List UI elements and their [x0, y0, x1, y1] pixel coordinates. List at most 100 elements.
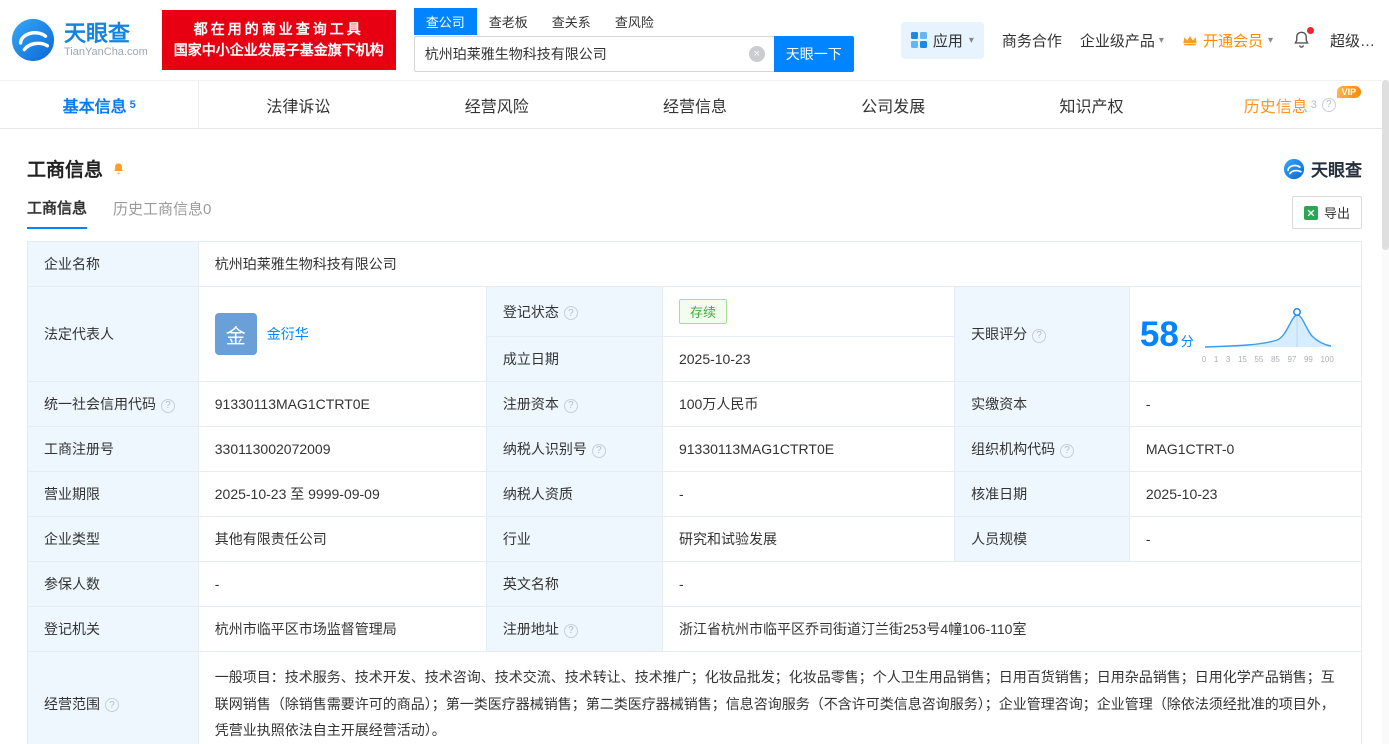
- tab-label: 基本信息: [62, 98, 127, 116]
- business-scope-value: 一般项目：技术服务、技术开发、技术咨询、技术交流、技术转让、技术推广；化妆品批发…: [197, 651, 1363, 744]
- help-icon[interactable]: ?: [563, 623, 578, 638]
- search-button[interactable]: 天眼一下: [773, 36, 854, 72]
- search-box: ×: [413, 36, 774, 72]
- tab-history-info[interactable]: VIP 历史信息 3 ?: [1191, 81, 1389, 128]
- tab-count: 3: [1310, 98, 1317, 111]
- legal-rep-label: 法定代表人: [27, 286, 199, 382]
- section-title: 工商信息: [27, 160, 104, 181]
- taxpayer-id-label: 纳税人识别号?: [485, 426, 663, 472]
- help-icon[interactable]: ?: [1321, 97, 1336, 112]
- reg-number-label: 工商注册号: [27, 426, 199, 472]
- apps-button[interactable]: 应用 ▾: [900, 21, 984, 59]
- menu-enterprise[interactable]: 企业级产品 ▾: [1080, 30, 1164, 51]
- table-row: 经营范围? 一般项目：技术服务、技术开发、技术咨询、技术交流、技术转让、技术推广…: [27, 651, 1363, 744]
- paid-capital-value: -: [1128, 381, 1363, 427]
- subscribe-bell-icon[interactable]: [111, 161, 126, 177]
- score-axis-ticks: 0 1 3 15 55 85 97 99 100: [1201, 354, 1334, 364]
- taxpayer-id-value: 91330113MAG1CTRT0E: [661, 426, 956, 472]
- subtab-history-business-info[interactable]: 历史工商信息0: [113, 198, 211, 228]
- reg-capital-label: 注册资本?: [485, 381, 663, 427]
- table-row: 登记机关 杭州市临平区市场监督管理局 注册地址? 浙江省杭州市临平区乔司街道汀兰…: [27, 606, 1363, 652]
- industry-value: 研究和试验发展: [661, 516, 956, 562]
- reg-status-label: 登记状态?: [485, 286, 663, 337]
- paid-capital-label: 实缴资本: [954, 381, 1130, 427]
- search-tab-relation[interactable]: 查关系: [540, 8, 603, 35]
- help-icon[interactable]: ?: [1060, 443, 1075, 458]
- legal-rep-link[interactable]: 金衍华: [267, 324, 309, 344]
- search-tabs: 查公司 查老板 查关系 查风险: [413, 8, 854, 35]
- tab-label: 经营信息: [662, 98, 727, 116]
- english-name-label: 英文名称: [485, 561, 663, 607]
- company-name-value: 杭州珀莱雅生物科技有限公司: [197, 241, 1363, 287]
- slogan-badge: 都在用的商业查询工具 国家中小企业发展子基金旗下机构: [161, 10, 396, 70]
- help-icon[interactable]: ?: [563, 398, 578, 413]
- company-type-label: 企业类型: [27, 516, 199, 562]
- chevron-down-icon: ▾: [1267, 34, 1273, 46]
- staff-size-label: 人员规模: [954, 516, 1130, 562]
- business-term-value: 2025-10-23 至 9999-09-09: [197, 471, 487, 517]
- search-tab-boss[interactable]: 查老板: [477, 8, 540, 35]
- tab-operating-info[interactable]: 经营信息: [596, 81, 794, 128]
- tab-legal-proceedings[interactable]: 法律诉讼: [199, 81, 397, 128]
- status-badge: 存续: [678, 299, 727, 324]
- reg-number-value: 330113002072009: [197, 426, 487, 472]
- staff-size-value: -: [1128, 516, 1363, 562]
- reg-capital-value: 100万人民币: [661, 381, 956, 427]
- taxpayer-quality-value: -: [661, 471, 956, 517]
- reg-authority-value: 杭州市临平区市场监督管理局: [197, 606, 487, 652]
- help-icon[interactable]: ?: [105, 698, 119, 713]
- tab-label: 历史信息: [1243, 98, 1308, 116]
- scrollbar-thumb[interactable]: [1382, 80, 1389, 250]
- help-icon[interactable]: ?: [1032, 328, 1047, 343]
- approval-date-value: 2025-10-23: [1128, 471, 1363, 517]
- notification-dot: [1306, 27, 1314, 34]
- vip-label: 开通会员: [1202, 32, 1263, 50]
- subtab-business-info[interactable]: 工商信息: [27, 197, 88, 229]
- tab-company-development[interactable]: 公司发展: [794, 81, 992, 128]
- tab-operating-risk[interactable]: 经营风险: [398, 81, 596, 128]
- logo-brand-text: 天眼查: [64, 20, 131, 46]
- clear-icon[interactable]: ×: [748, 46, 765, 62]
- score-number: 58: [1139, 314, 1179, 354]
- menu-super-vip[interactable]: 超级…: [1330, 30, 1375, 51]
- credit-code-label: 统一社会信用代码?: [27, 381, 199, 427]
- company-type-value: 其他有限责任公司: [197, 516, 487, 562]
- business-scope-label: 经营范围?: [27, 651, 199, 744]
- credit-code-value: 91330113MAG1CTRT0E: [197, 381, 487, 427]
- search-input[interactable]: [414, 37, 774, 71]
- search-tab-risk[interactable]: 查风险: [603, 8, 666, 35]
- help-icon[interactable]: ?: [563, 306, 578, 320]
- menu-cooperation[interactable]: 商务合作: [1002, 30, 1062, 51]
- scrollbar[interactable]: [1382, 80, 1389, 744]
- crown-icon: [1183, 36, 1197, 46]
- table-row: 参保人数 - 英文名称 -: [27, 561, 1363, 607]
- tianyancha-logo[interactable]: 天眼查 TianYanCha.com: [10, 17, 148, 63]
- help-icon[interactable]: ?: [161, 398, 175, 413]
- company-name-label: 企业名称: [27, 241, 199, 287]
- org-code-label: 组织机构代码?: [954, 426, 1130, 472]
- score-module[interactable]: 58 分 0 1 3 15 55 85 97 99 100: [1140, 305, 1351, 364]
- tab-label: 经营风险: [464, 98, 529, 116]
- search-tab-company[interactable]: 查公司: [413, 8, 477, 35]
- tab-intellectual-property[interactable]: 知识产权: [992, 81, 1190, 128]
- business-term-label: 营业期限: [27, 471, 199, 517]
- legal-rep-avatar[interactable]: 金: [214, 313, 257, 355]
- help-icon[interactable]: ?: [591, 443, 606, 458]
- chevron-down-icon: ▾: [968, 34, 974, 46]
- establish-date-label: 成立日期: [485, 336, 663, 382]
- tianyancha-logo-icon: [11, 18, 55, 62]
- notification-bell-button[interactable]: [1291, 27, 1314, 51]
- vip-badge: VIP: [1336, 86, 1362, 98]
- export-button[interactable]: 导出: [1291, 196, 1362, 229]
- slogan-line1: 都在用的商业查询工具: [193, 21, 364, 37]
- insured-count-value: -: [197, 561, 487, 607]
- chevron-down-icon: ▾: [1158, 34, 1164, 46]
- logo-domain-text: TianYanCha.com: [64, 46, 148, 59]
- export-label: 导出: [1323, 206, 1350, 221]
- insured-count-label: 参保人数: [27, 561, 199, 607]
- tab-basic-info[interactable]: 基本信息 5: [0, 81, 200, 128]
- score-curve: [1204, 307, 1331, 348]
- open-vip-button[interactable]: 开通会员 ▾: [1182, 30, 1273, 51]
- excel-icon: [1303, 205, 1318, 220]
- main-content: 工商信息 天眼查 工商信息 历史工商信息0 导出 企业名称 杭州珀莱雅生物科技有…: [0, 155, 1389, 744]
